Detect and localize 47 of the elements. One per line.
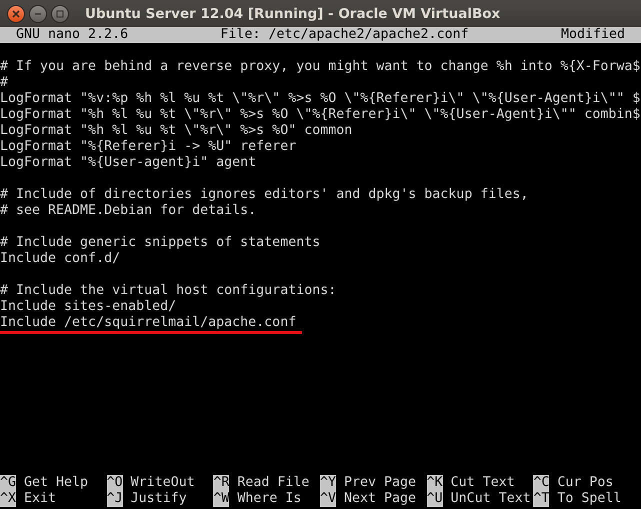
code-line: # Include generic snippets of statements	[0, 235, 320, 251]
shortcut-label: Cut Text	[450, 475, 515, 491]
shortcut-key: ^V	[320, 491, 336, 507]
shortcut-key: ^K	[426, 475, 443, 491]
code-line: Include conf.d/	[0, 251, 120, 267]
close-icon	[12, 10, 20, 18]
shortcut-key: ^J	[106, 491, 123, 507]
code-line: Include sites-enabled/	[0, 299, 176, 315]
code-line: LogFormat "%v:%p %h %l %u %t \"%r\" %>s %O \"%{Referer}i\" \"%{User-Agent}i\"" $	[0, 91, 640, 107]
code-line: LogFormat "%{Referer}i -> %U" referer	[0, 139, 296, 155]
shortcut-label: Get Help	[24, 475, 88, 491]
shortcut-label: Prev Page	[344, 475, 416, 491]
maximize-button[interactable]	[51, 4, 69, 22]
shortcut-key: ^R	[213, 475, 230, 491]
shortcut-label: UnCut Text	[450, 491, 531, 507]
maximize-icon	[56, 10, 64, 18]
shortcut-label: Justify	[130, 491, 187, 507]
shortcut-label: Next Page	[344, 491, 416, 507]
shortcut-label: WriteOut	[130, 475, 195, 491]
code-line: Include /etc/squirrelmail/apache.conf	[0, 315, 302, 334]
shortcut-key: ^X	[0, 491, 16, 507]
shortcut-key: ^T	[533, 491, 550, 507]
code-line: LogFormat "%{User-agent}i" agent	[0, 155, 256, 171]
shortcut-key: ^U	[426, 491, 443, 507]
shortcut-label: Cur Pos	[557, 475, 614, 491]
shortcut-key: ^W	[213, 491, 230, 507]
modified-status: Modified	[560, 27, 625, 43]
program-version: GNU nano 2.2.6	[16, 27, 128, 43]
code-line: # Include of directories ignores editors' and dpkg's backup files,	[0, 187, 528, 203]
code-line: # If you are behind a reverse proxy, you might want to change %h into %{X-Forwa$	[0, 59, 640, 75]
shortcut-label: Read File	[237, 475, 310, 491]
code-line: # Include the virtual host configurations:	[0, 283, 336, 299]
shortcut-label: Exit	[24, 491, 56, 507]
file-name: File: /etc/apache2/apache2.conf	[220, 27, 469, 43]
code-line: #	[0, 75, 8, 91]
code-line: LogFormat "%h %l %u %t \"%r\" %>s %O" common	[0, 123, 352, 139]
shortcut-key: ^C	[533, 475, 550, 491]
minimize-button[interactable]	[29, 4, 47, 22]
code-line: # see README.Debian for details.	[0, 203, 256, 219]
shortcut-key: ^G	[0, 475, 16, 491]
shortcut-key: ^Y	[320, 475, 336, 491]
shortcut-label: To Spell	[557, 491, 622, 507]
close-button[interactable]	[7, 4, 25, 22]
code-line: LogFormat "%h %l %u %t \"%r\" %>s %O \"%{Referer}i\" \"%{User-Agent}i\"" combin$	[0, 107, 640, 123]
window-title: Ubuntu Server 12.04 [Running] - Oracle VM VirtualBox	[85, 6, 500, 22]
shortcut-key: ^O	[106, 475, 123, 491]
shortcut-label: Where Is	[237, 491, 302, 507]
